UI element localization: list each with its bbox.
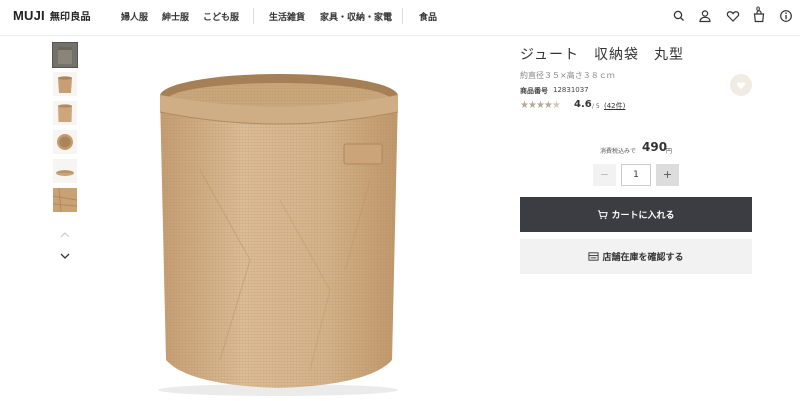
nav-divider bbox=[253, 8, 254, 24]
chevron-up-icon[interactable] bbox=[58, 225, 72, 238]
thumbnail[interactable] bbox=[53, 101, 77, 125]
info-icon[interactable] bbox=[779, 9, 793, 23]
quantity-input[interactable]: 1 bbox=[621, 164, 651, 186]
cart-icon[interactable]: 0 bbox=[752, 6, 766, 23]
thumbnail[interactable] bbox=[53, 130, 77, 154]
quantity-increase-button[interactable]: + bbox=[656, 164, 679, 186]
thumbnail[interactable] bbox=[53, 72, 77, 96]
product-code-label: 商品番号 bbox=[520, 87, 548, 95]
nav-food[interactable]: 食品 bbox=[419, 10, 437, 23]
chevron-down-icon[interactable] bbox=[58, 246, 72, 259]
price: 490 bbox=[642, 140, 668, 154]
price-label: 消費税込みで bbox=[600, 148, 637, 155]
nav-kids[interactable]: こども服 bbox=[203, 10, 239, 23]
product-title: ジュート 収納袋 丸型 bbox=[520, 47, 685, 63]
rating-value: 4.6 bbox=[574, 99, 592, 110]
nav-household[interactable]: 生活雑貨 bbox=[269, 10, 305, 23]
rating-stars: ★★★★★ bbox=[520, 100, 561, 111]
price-unit: 円 bbox=[666, 148, 673, 155]
cart-count-badge: 0 bbox=[756, 6, 761, 13]
product-main-image bbox=[130, 60, 430, 401]
muji-logo[interactable]: MUJI 無印良品 bbox=[13, 8, 91, 23]
star-icon: ★ bbox=[535, 100, 545, 111]
review-count-link[interactable]: (42件) bbox=[604, 101, 625, 111]
cart-icon bbox=[598, 210, 609, 219]
star-icon: ★ bbox=[527, 100, 537, 111]
check-store-stock-button[interactable]: 店舗在庫を確認する bbox=[520, 239, 752, 274]
nav-womens[interactable]: 婦人服 bbox=[121, 10, 148, 23]
thumbnail[interactable] bbox=[53, 188, 77, 212]
user-icon[interactable] bbox=[698, 9, 712, 23]
thumbnail[interactable] bbox=[52, 42, 78, 68]
add-to-cart-button[interactable]: カートに入れる bbox=[520, 197, 752, 232]
product-code: 12831037 bbox=[553, 86, 589, 94]
nav-furniture[interactable]: 家具・収納・家電 bbox=[320, 10, 392, 23]
site-header: MUJI 無印良品 婦人服 紳士服 こども服 生活雑貨 家具・収納・家電 食品 0 bbox=[0, 0, 800, 36]
quantity-decrease-button[interactable]: − bbox=[593, 164, 616, 186]
nav-mens[interactable]: 紳士服 bbox=[162, 10, 189, 23]
check-store-stock-label: 店舗在庫を確認する bbox=[602, 253, 684, 263]
logo-main: MUJI bbox=[13, 8, 45, 23]
search-icon[interactable] bbox=[672, 9, 686, 23]
thumbnail[interactable] bbox=[53, 159, 77, 183]
favorite-button[interactable] bbox=[730, 74, 752, 96]
star-icon: ★ bbox=[543, 100, 553, 111]
star-icon: ★ bbox=[551, 100, 561, 111]
product-size: 約直径３５×高さ３８ｃｍ bbox=[520, 71, 615, 80]
add-to-cart-label: カートに入れる bbox=[611, 211, 675, 221]
star-icon: ★ bbox=[520, 100, 529, 111]
heart-icon bbox=[736, 82, 746, 89]
heart-icon[interactable] bbox=[726, 9, 740, 23]
logo-jp: 無印良品 bbox=[49, 12, 91, 23]
store-icon bbox=[588, 252, 600, 261]
rating-max: / 5 bbox=[592, 103, 600, 110]
nav-divider bbox=[402, 8, 403, 24]
